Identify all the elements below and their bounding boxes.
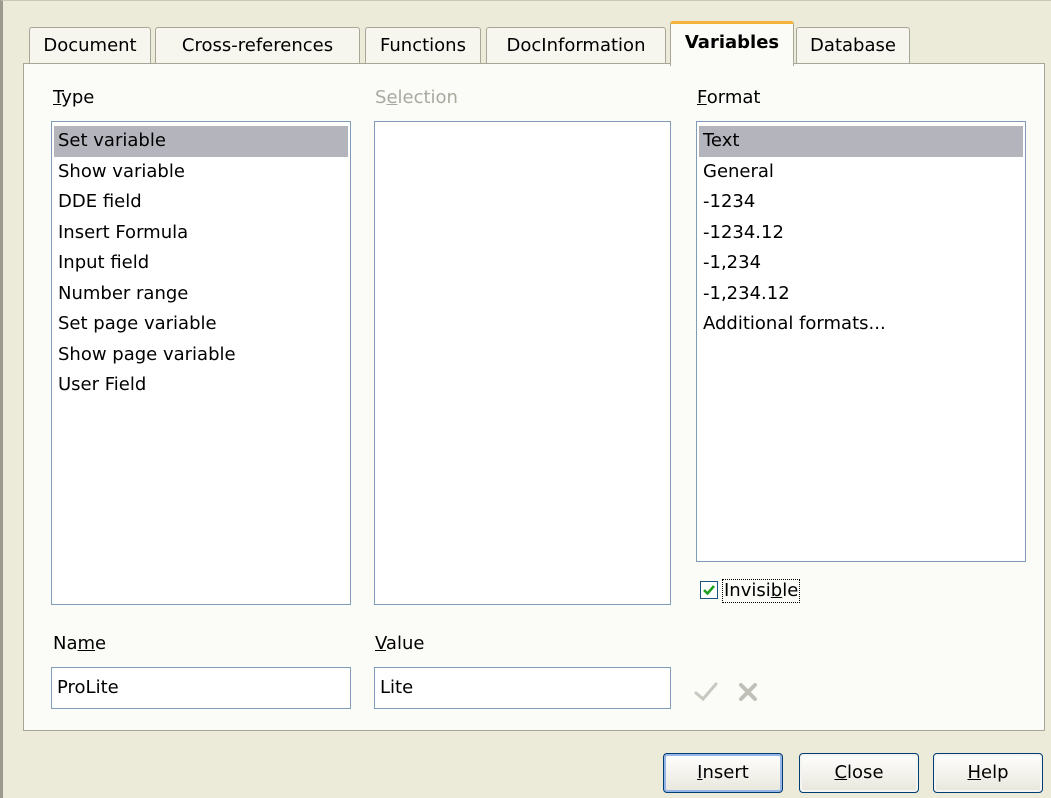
value-label: Value — [375, 633, 425, 654]
delete-x-icon — [739, 683, 757, 701]
list-item[interactable]: DDE field — [54, 187, 348, 218]
tab-cross-references[interactable]: Cross-references — [155, 27, 360, 64]
close-button[interactable]: Close — [799, 753, 919, 793]
list-item[interactable]: Insert Formula — [54, 218, 348, 249]
list-item[interactable]: Set page variable — [54, 309, 348, 340]
list-item[interactable]: -1,234 — [699, 248, 1023, 279]
list-item[interactable]: Set variable — [54, 126, 348, 157]
delete-button[interactable] — [735, 679, 763, 707]
list-item[interactable]: -1234 — [699, 187, 1023, 218]
tab-functions[interactable]: Functions — [365, 27, 481, 64]
apply-button[interactable] — [693, 679, 721, 707]
type-label: Type — [53, 87, 95, 108]
list-item[interactable]: User Field — [54, 370, 348, 401]
list-item[interactable]: -1234.12 — [699, 218, 1023, 249]
list-item[interactable]: Show variable — [54, 157, 348, 188]
checkmark-icon — [703, 585, 715, 596]
format-label: Format — [697, 87, 761, 108]
fields-dialog: Document Cross-references Functions DocI… — [0, 0, 1051, 798]
format-listbox[interactable]: Text General -1234 -1234.12 -1,234 -1,23… — [696, 121, 1026, 562]
tab-variables[interactable]: Variables — [670, 21, 794, 66]
selection-listbox[interactable] — [374, 121, 671, 605]
invisible-checkbox[interactable] — [700, 581, 718, 599]
list-item[interactable]: Number range — [54, 279, 348, 310]
invisible-label[interactable]: Invisible — [722, 579, 801, 603]
list-item[interactable]: Show page variable — [54, 340, 348, 371]
list-item[interactable]: Additional formats... — [699, 309, 1023, 340]
tab-database[interactable]: Database — [796, 27, 910, 64]
help-button[interactable]: Help — [933, 753, 1043, 793]
list-item[interactable]: -1,234.12 — [699, 279, 1023, 310]
insert-button[interactable]: Insert — [663, 753, 783, 793]
tab-document[interactable]: Document — [29, 27, 151, 64]
list-item[interactable]: Text — [699, 126, 1023, 157]
name-input[interactable]: ProLite — [51, 667, 351, 709]
value-input[interactable]: Lite — [374, 667, 671, 709]
tab-docinformation[interactable]: DocInformation — [486, 27, 666, 64]
list-item[interactable]: General — [699, 157, 1023, 188]
type-listbox[interactable]: Set variable Show variable DDE field Ins… — [51, 121, 351, 605]
name-label: Name — [53, 633, 107, 654]
list-item[interactable]: Input field — [54, 248, 348, 279]
checkmark-icon — [694, 682, 718, 702]
selection-label: Selection — [375, 87, 458, 108]
